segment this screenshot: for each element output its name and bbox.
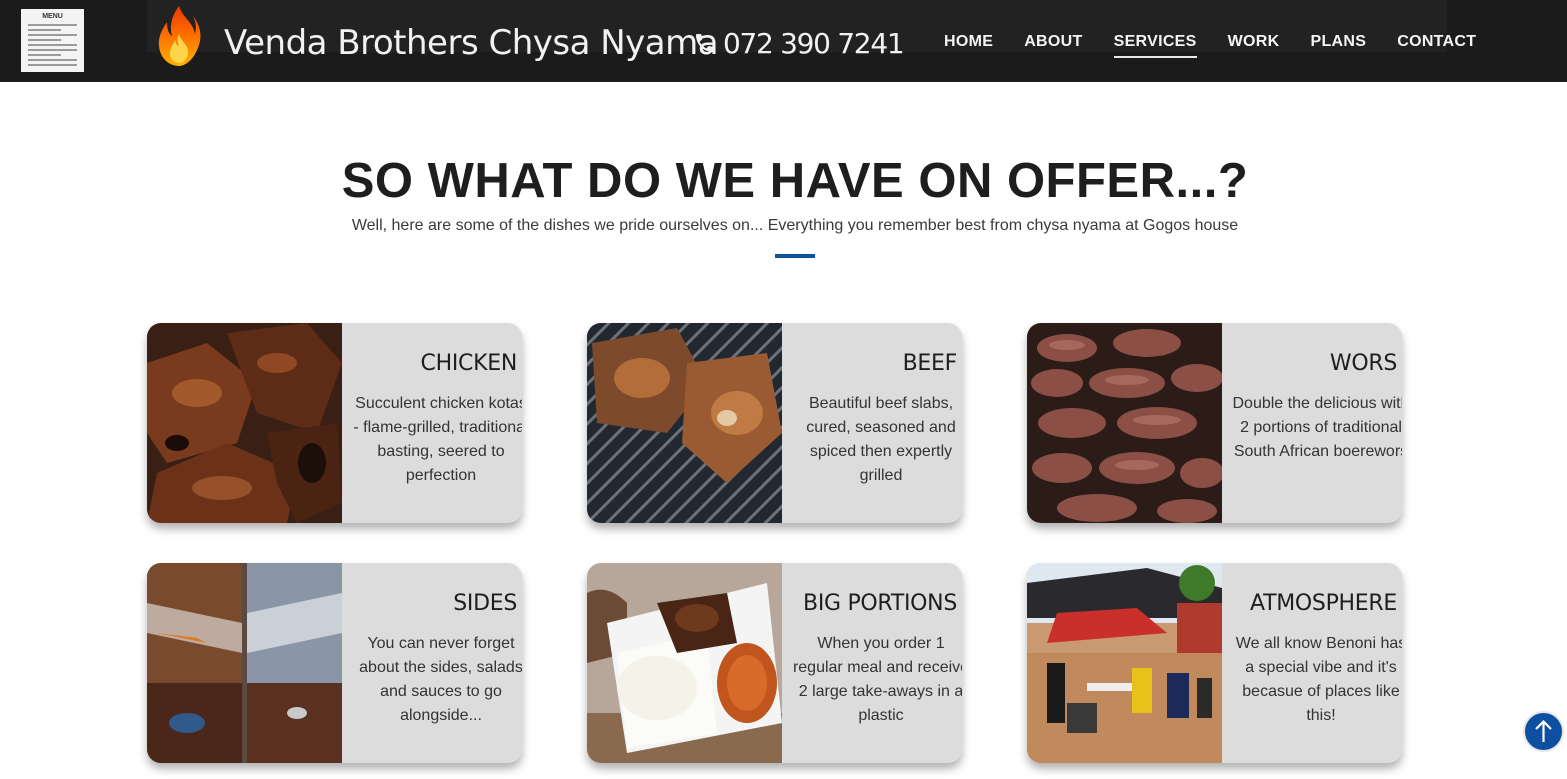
service-card-wors[interactable]: WORS Double the delicious with 2 portion…: [1027, 323, 1402, 523]
nav-services[interactable]: SERVICES: [1113, 31, 1197, 58]
service-card-beef[interactable]: BEEF Beautiful beef slabs, cured, season…: [587, 323, 962, 523]
card-description: Double the delicious with 2 portions of …: [1232, 395, 1403, 460]
nav-work[interactable]: WORK: [1228, 31, 1280, 52]
grilled-chicken-photo: [147, 323, 342, 523]
scroll-to-top-button[interactable]: [1523, 711, 1564, 752]
menu-card-thumbnail[interactable]: MENU: [21, 9, 84, 72]
card-title: SIDES: [453, 591, 517, 616]
service-card-atmosphere[interactable]: ATMOSPHERE We all know Benoni has a spec…: [1027, 563, 1402, 763]
main-nav: HOME ABOUT SERVICES WORK PLANS CONTACT: [944, 31, 1507, 58]
boerewors-photo: [1027, 323, 1222, 523]
nav-contact[interactable]: CONTACT: [1397, 31, 1476, 52]
card-description: You can never forget about the sides, sa…: [359, 635, 522, 724]
card-description: Beautiful beef slabs, cured, seasoned an…: [806, 395, 956, 484]
phone-number: 072 390 7241: [723, 26, 905, 60]
section-subtitle: Well, here are some of the dishes we pri…: [351, 217, 1239, 234]
service-card-chicken[interactable]: CHICKEN Succulent chicken kotas - flame-…: [147, 323, 522, 523]
nav-home[interactable]: HOME: [944, 31, 993, 52]
section-heading: SO WHAT DO WE HAVE ON OFFER...?: [341, 154, 1249, 208]
card-description: When you order 1 regular meal and receiv…: [792, 635, 962, 724]
phone-icon: [696, 34, 714, 52]
card-description: We all know Benoni has a special vibe an…: [1235, 635, 1402, 724]
card-title: WORS: [1329, 351, 1397, 376]
service-card-sides[interactable]: SIDES You can never forget about the sid…: [147, 563, 522, 763]
takeaway-meal-photo: [587, 563, 782, 763]
phone-link[interactable]: 072 390 7241: [693, 26, 905, 60]
card-description: Succulent chicken kotas - flame-grilled,…: [353, 395, 522, 484]
card-title: BEEF: [902, 351, 958, 376]
card-title: ATMOSPHERE: [1250, 591, 1397, 616]
card-title: BIG PORTIONS: [803, 591, 957, 616]
flame-icon[interactable]: [157, 4, 203, 68]
outdoor-crowd-photo: [1027, 563, 1222, 763]
nav-about[interactable]: ABOUT: [1024, 31, 1082, 52]
brand-name[interactable]: Venda Brothers Chysa Nyama: [224, 22, 719, 64]
sides-trays-photo: [147, 563, 342, 763]
arrow-up-icon: [1535, 719, 1552, 742]
heading-divider: [775, 254, 815, 258]
menu-thumbnail-title: MENU: [42, 13, 63, 20]
service-card-big-portions[interactable]: BIG PORTIONS When you order 1 regular me…: [587, 563, 962, 763]
nav-plans[interactable]: PLANS: [1310, 31, 1366, 52]
grilled-beef-photo: [587, 323, 782, 523]
card-title: CHICKEN: [420, 351, 518, 376]
